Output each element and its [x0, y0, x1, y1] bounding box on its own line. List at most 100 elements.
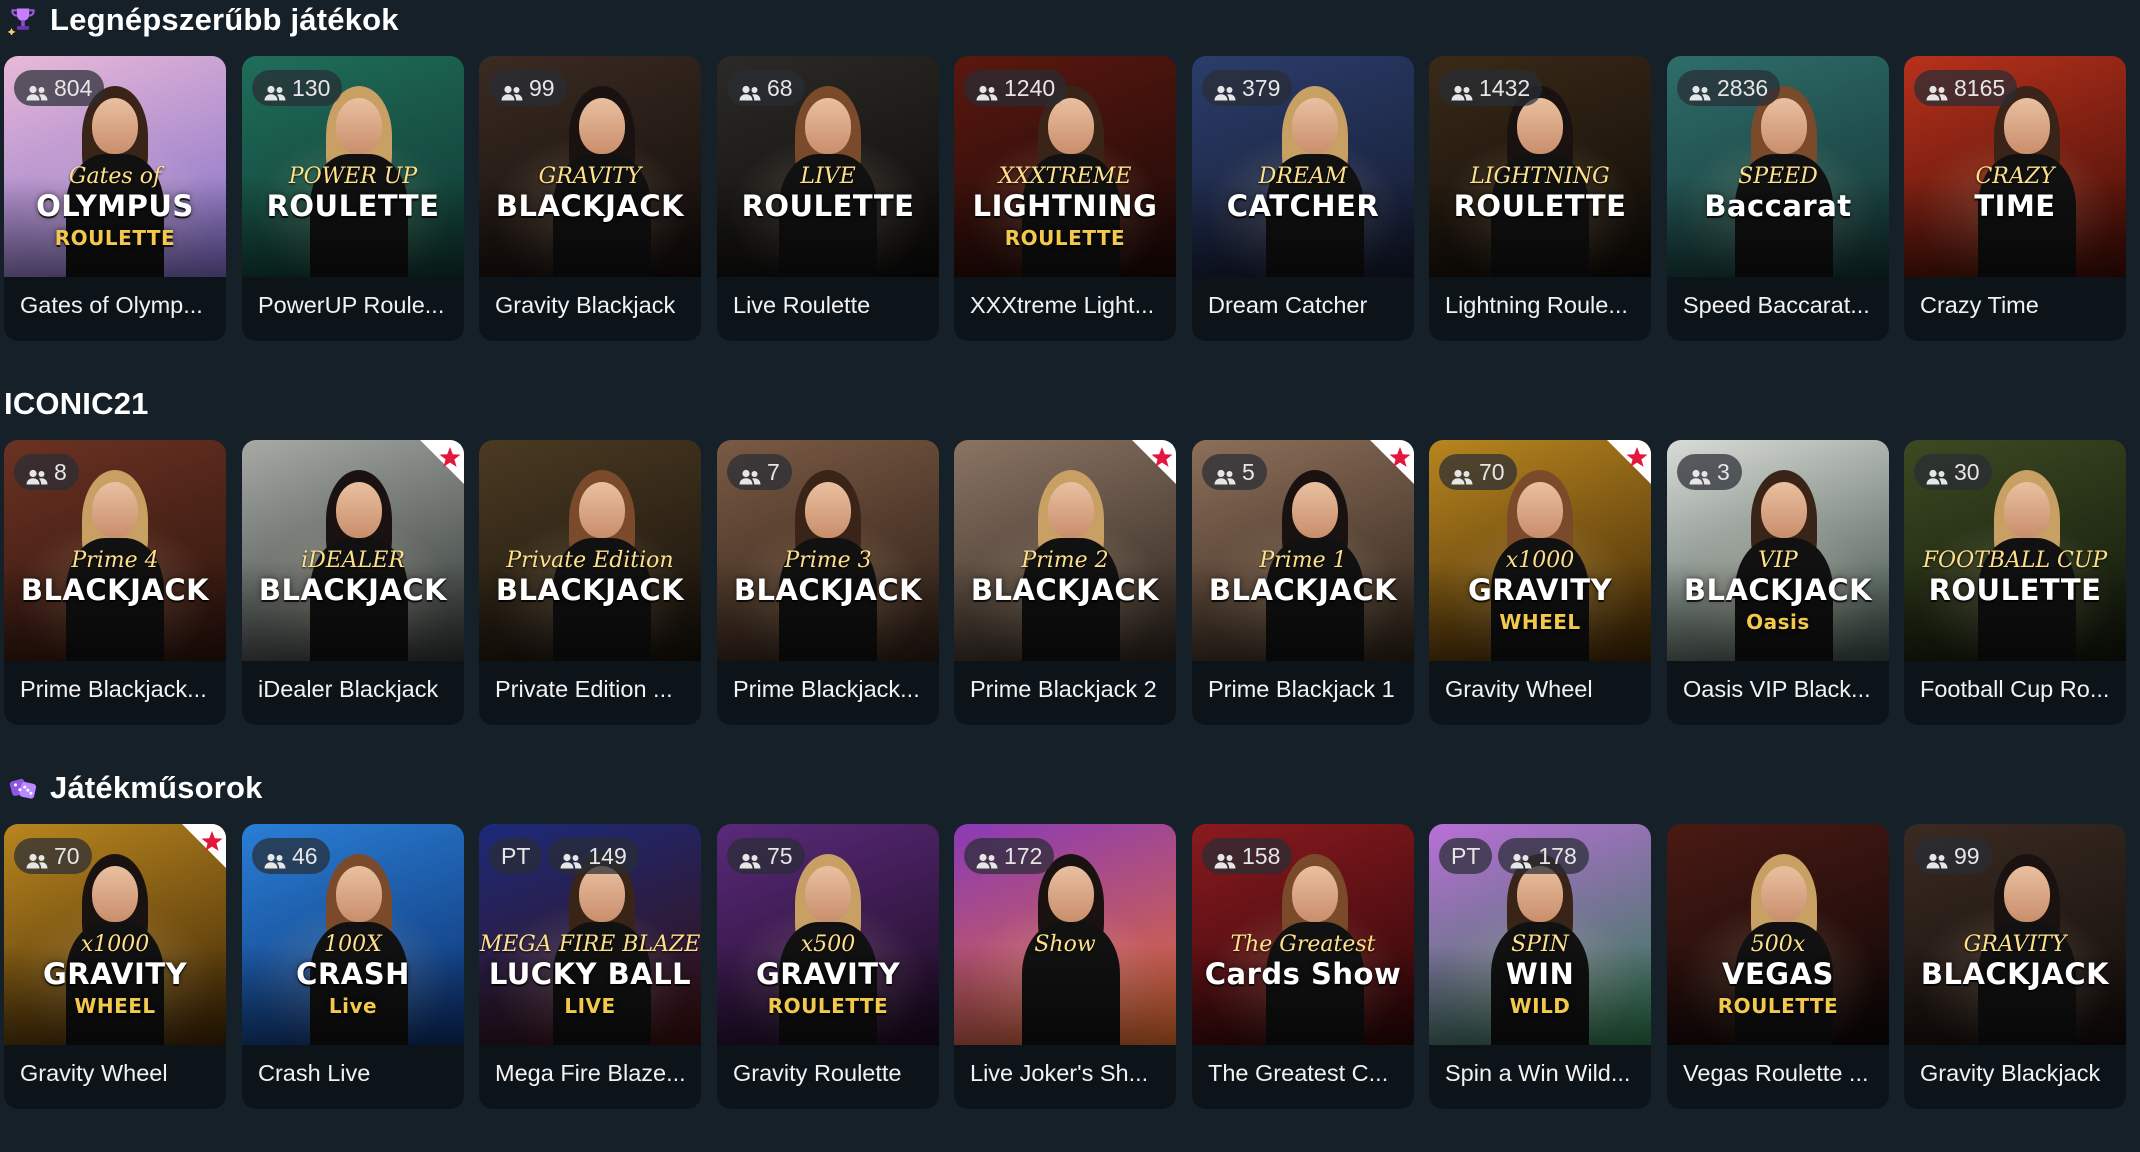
player-count: 5 [1242, 458, 1255, 485]
player-count: 46 [292, 842, 318, 869]
game-card[interactable]: Gates of OLYMPUS ROULETTE 804 Gates of Olymp… [4, 56, 226, 341]
game-logo-small: GRAVITY [538, 164, 642, 189]
card-badges: 99 [489, 70, 567, 106]
player-count-badge: 7 [727, 454, 792, 490]
game-card[interactable]: 500x VEGAS ROULETTE Vegas Roulette ... [1667, 824, 1889, 1109]
game-card[interactable]: GRAVITY BLACKJACK 99 Gravity Blackjack [479, 56, 701, 341]
player-count-badge: 158 [1202, 838, 1293, 874]
dealer-face [336, 482, 382, 538]
people-icon [1214, 464, 1236, 485]
card-badges: 158 [1202, 838, 1293, 874]
game-card[interactable]: DREAM CATCHER 379 Dream Catcher [1192, 56, 1414, 341]
game-card[interactable]: LIVE ROULETTE 68 Live Roulette [717, 56, 939, 341]
game-card[interactable]: VIP BLACKJACK Oasis 3 Oasis VIP Black... [1667, 440, 1889, 725]
game-thumbnail: 500x VEGAS ROULETTE [1667, 824, 1889, 1045]
card-badges: 130 [252, 70, 343, 106]
game-card[interactable]: FOOTBALL CUP ROULETTE 30 Football Cup Ro... [1904, 440, 2126, 725]
dealer-face [1048, 866, 1094, 922]
game-logo-small: XXXTREME [998, 164, 1132, 189]
game-card[interactable]: CRAZY TIME 8165 Crazy Time [1904, 56, 2126, 341]
game-title: Gravity Wheel [20, 1060, 168, 1086]
game-logo: WIN [1505, 957, 1575, 991]
player-count: 379 [1242, 74, 1281, 101]
game-logo: Baccarat [1704, 189, 1852, 223]
game-card[interactable]: LIGHTNING ROULETTE 1432 Lightning Roule... [1429, 56, 1651, 341]
card-badges: 75 [727, 838, 805, 874]
people-icon [976, 80, 998, 101]
dealer-face [2004, 482, 2050, 538]
dealer-face [336, 98, 382, 154]
pt-badge: PT [1439, 838, 1493, 874]
game-card[interactable]: x1000 GRAVITY WHEEL 70 Gravity Wheel [4, 824, 226, 1109]
game-title: Oasis VIP Black... [1683, 676, 1871, 702]
player-count-badge: 75 [727, 838, 805, 874]
game-logo-small: VIP [1758, 548, 1798, 573]
game-logo: ROULETTE [741, 189, 915, 223]
game-card[interactable]: Prime 1 BLACKJACK 5 Prime Blackjack 1 [1192, 440, 1414, 725]
player-count: 804 [54, 74, 93, 101]
game-logo: CRASH [296, 957, 410, 991]
game-section: Legnépszerűbb játékok Gates of OLYMPUS ROUL… [0, 0, 2140, 384]
game-logo-small: SPEED [1738, 164, 1818, 189]
section-header: Legnépszerűbb játékok [0, 0, 2140, 40]
player-count: 8 [54, 458, 67, 485]
game-title: XXXtreme Light... [970, 292, 1155, 318]
people-icon [1510, 848, 1532, 869]
game-card[interactable]: iDEALER BLACKJACK iDealer Blackjack [242, 440, 464, 725]
player-count-badge: 178 [1498, 838, 1589, 874]
people-icon [976, 848, 998, 869]
card-badges: 3 [1677, 454, 1742, 490]
game-card[interactable]: Prime 4 BLACKJACK 8 Prime Blackjack... [4, 440, 226, 725]
game-logo-small: POWER UP [288, 164, 418, 189]
game-card[interactable]: SPEED Baccarat 2836 Speed Baccarat... [1667, 56, 1889, 341]
game-card[interactable]: x1000 GRAVITY WHEEL 70 Gravity Wheel [1429, 440, 1651, 725]
game-card[interactable]: The Greatest Cards Show 158 The Greatest C.… [1192, 824, 1414, 1109]
game-card[interactable]: Prime 2 BLACKJACK Prime Blackjack 2 [954, 440, 1176, 725]
game-logo: ROULETTE [1453, 189, 1627, 223]
game-logo-small: DREAM [1258, 164, 1348, 189]
player-count-badge: 46 [252, 838, 330, 874]
people-icon [264, 848, 286, 869]
game-card[interactable]: x500 GRAVITY ROULETTE 75 Gravity Roulette [717, 824, 939, 1109]
game-title: Gates of Olymp... [20, 292, 203, 318]
section-title: Játékműsorok [50, 770, 263, 805]
game-card[interactable]: Prime 3 BLACKJACK 7 Prime Blackjack... [717, 440, 939, 725]
game-card[interactable]: SPIN WIN WILD PT 178 Spin a Win Wild... [1429, 824, 1651, 1109]
logo-shade [954, 945, 1176, 1045]
featured-star-icon [1370, 440, 1414, 484]
people-icon [1689, 80, 1711, 101]
game-card[interactable]: MEGA FIRE BLAZE LUCKY BALL LIVE PT 149 Mega F… [479, 824, 701, 1109]
game-card[interactable]: 100X CRASH Live 46 Crash Live [242, 824, 464, 1109]
game-title: Football Cup Ro... [1920, 676, 2110, 702]
game-logo: CATCHER [1226, 189, 1380, 223]
player-count: 70 [54, 842, 80, 869]
trophy-sparkle-icon [6, 3, 40, 37]
game-card[interactable]: GRAVITY BLACKJACK 99 Gravity Blackjack [1904, 824, 2126, 1109]
card-badges: 1432 [1439, 70, 1543, 106]
game-logo-secondary: WILD [1509, 994, 1571, 1018]
game-logo: BLACKJACK [1920, 957, 2110, 991]
player-count-badge: 68 [727, 70, 805, 106]
player-count-badge: 99 [489, 70, 567, 106]
game-title: Prime Blackjack... [733, 676, 920, 702]
game-card[interactable]: XXXTREME LIGHTNING ROULETTE 1240 XXXtreme Li… [954, 56, 1176, 341]
featured-star-icon [182, 824, 226, 868]
card-badges: 5 [1202, 454, 1267, 490]
people-icon [1926, 464, 1948, 485]
people-icon [1214, 80, 1236, 101]
player-count-badge: 1432 [1439, 70, 1543, 106]
people-icon [26, 848, 48, 869]
people-icon [739, 80, 761, 101]
game-card[interactable]: Private Edition BLACKJACK Private Edition … [479, 440, 701, 725]
player-count-badge: 30 [1914, 454, 1992, 490]
dealer-face [1761, 866, 1807, 922]
game-card[interactable]: Show 172 Live Joker's Sh... [954, 824, 1176, 1109]
people-icon [1451, 80, 1473, 101]
game-logo: BLACKJACK [495, 573, 685, 607]
game-title: PowerUP Roule... [258, 292, 445, 318]
game-title: Prime Blackjack 2 [970, 676, 1157, 702]
game-logo: BLACKJACK [20, 573, 210, 607]
card-badges: PT 149 [489, 838, 639, 874]
dealer-face [579, 98, 625, 154]
game-card[interactable]: POWER UP ROULETTE 130 PowerUP Roule... [242, 56, 464, 341]
